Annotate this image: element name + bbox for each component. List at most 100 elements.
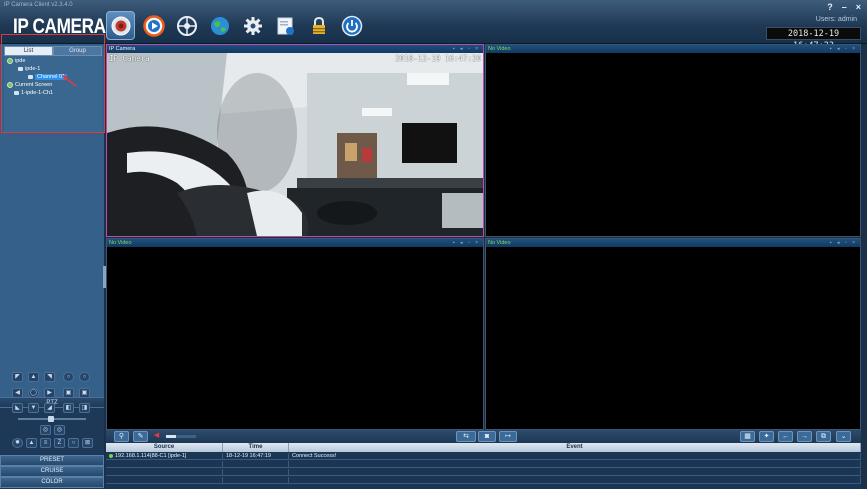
device-tabs: List Group — [4, 46, 102, 56]
ptz-up-left-button[interactable]: ◤ — [12, 372, 23, 382]
event-log: Source Time Event 192.168.1.114(88-C1 [i… — [106, 443, 861, 489]
e-map-button[interactable] — [205, 11, 234, 40]
tab-list[interactable]: List — [4, 46, 53, 56]
table-row[interactable]: 192.168.1.114(88-C1 [ipde-1] 18-12-19 16… — [106, 453, 861, 460]
camera-scene — [107, 53, 483, 236]
pane-controls[interactable]: ▪ ◂ ▫ × — [453, 45, 480, 53]
globe-icon — [210, 16, 229, 35]
pane-controls[interactable]: ▪ ◂ ▫ × — [830, 45, 857, 53]
video-pane-2[interactable]: No Video ▪ ◂ ▫ × — [485, 44, 861, 237]
ptz-speed-thumb[interactable] — [48, 416, 54, 422]
lock-button[interactable] — [304, 11, 333, 40]
steering-icon — [176, 15, 197, 36]
focus-far-button[interactable]: ▣ — [79, 388, 90, 398]
red-arrow-icon — [62, 75, 77, 87]
iris-open-button[interactable]: ◧ — [63, 403, 74, 413]
table-row — [106, 469, 861, 476]
pane-header: IP Camera ▪ ◂ ▫ × — [107, 45, 483, 53]
ptz-up-right-button[interactable]: ◥ — [44, 372, 55, 382]
app-window: IP Camera Client v2.3.4.0 IP CAMERA ? – … — [0, 0, 867, 489]
pane-title: IP Camera — [109, 46, 136, 52]
main-toolbar — [106, 11, 366, 41]
col-event[interactable]: Event — [289, 443, 861, 452]
color-button[interactable]: COLOR — [0, 477, 104, 488]
pane-controls[interactable]: ▪ ◂ ▫ × — [830, 239, 857, 247]
ptz-right-button[interactable]: ▶ — [44, 388, 55, 398]
speaker-icon[interactable]: ◀ — [150, 431, 163, 442]
video-grid: IP Camera ▪ ◂ ▫ × IP Camera 2018-12-19 1… — [106, 44, 861, 430]
app-logo: IP CAMERA — [13, 15, 106, 38]
device-button[interactable] — [271, 11, 300, 40]
osd-timestamp: 2018-12-19 16:47:20 — [395, 54, 481, 63]
ptz-down-left-button[interactable]: ◣ — [12, 403, 23, 413]
pane-controls[interactable]: ▪ ◂ ▫ × — [453, 239, 480, 247]
flip-button[interactable]: Z — [54, 438, 65, 448]
light-button[interactable]: ◎ — [40, 425, 51, 435]
wiper-button[interactable]: ◎ — [54, 425, 65, 435]
tree-node-label: ipde-1 — [25, 66, 41, 72]
title-bar: IP Camera Client v2.3.4.0 IP CAMERA ? – … — [0, 0, 867, 51]
tree-node-label: 1-ipde-1-Ch1 — [21, 90, 54, 96]
help-button[interactable]: ? — [827, 2, 833, 12]
menu-button[interactable]: ≡ — [40, 438, 51, 448]
layout-grid-button[interactable]: ▦ — [740, 431, 755, 442]
preset-button[interactable]: PRESET — [0, 455, 104, 466]
device-tree: ipde ipde-1 Channel 01 Current Screen 1-… — [4, 56, 102, 132]
col-source[interactable]: Source — [106, 443, 223, 452]
zoom-out-button[interactable]: ○ — [79, 372, 90, 382]
left-panel: List Group ipde ipde-1 Channel 01 Curren… — [0, 44, 104, 489]
ptz-left-button[interactable]: ◀ — [12, 388, 23, 398]
camera-icon — [111, 16, 130, 35]
video-pane-3[interactable]: No Video ▪ ◂ ▫ × — [106, 238, 484, 430]
tree-node-device[interactable]: ipde-1 — [18, 66, 40, 72]
clock-display: 2018-12-19 16:47:23 — [766, 27, 861, 51]
snapshot-button[interactable]: ◙ — [478, 431, 496, 442]
tree-node-root[interactable]: ipde — [7, 58, 25, 64]
right-edge — [861, 44, 867, 489]
window-mode-button[interactable]: ⧉ — [816, 431, 831, 442]
prev-page-button[interactable]: ← — [778, 431, 793, 442]
iris-close-button[interactable]: ◨ — [79, 403, 90, 413]
sun-icon[interactable]: ✹ — [12, 438, 23, 448]
live-view-button[interactable] — [106, 11, 135, 40]
current-user: Users: admin — [815, 16, 857, 23]
next-page-button[interactable]: → — [797, 431, 812, 442]
tree-node-label: ipde — [15, 58, 26, 64]
device-icon — [18, 67, 23, 71]
video-control-bar: ⚲ ✎ ◀ ⇆ ◙ ↦ ▦ ✦ ← → ⧉ ⌄ — [106, 430, 861, 443]
mode-button[interactable]: ▲ — [26, 438, 37, 448]
settings-button[interactable] — [238, 11, 267, 40]
mic-icon[interactable]: ✎ — [133, 431, 148, 442]
ptz-down-button[interactable]: ▼ — [28, 403, 39, 413]
video-pane-4[interactable]: No Video ▪ ◂ ▫ × — [485, 238, 861, 430]
rotate-button[interactable]: ○ — [68, 438, 79, 448]
osd-camera-name: IP Camera — [109, 54, 150, 63]
playback-button[interactable] — [139, 11, 168, 40]
tree-node-current-screen[interactable]: Current Screen — [7, 82, 52, 88]
zoom-in-button[interactable]: ○ — [63, 372, 74, 382]
pane-title: No Video — [488, 240, 511, 246]
fullscreen-button[interactable]: ↦ — [499, 431, 517, 442]
tree-node-screen-item[interactable]: 1-ipde-1-Ch1 — [14, 90, 53, 96]
play-icon — [142, 14, 165, 37]
video-pane-1[interactable]: IP Camera ▪ ◂ ▫ × IP Camera 2018-12-19 1… — [106, 44, 484, 237]
ptz-up-button[interactable]: ▲ — [28, 372, 39, 382]
close-button[interactable]: × — [856, 2, 861, 12]
ptz-down-right-button[interactable]: ◢ — [44, 403, 55, 413]
tab-group[interactable]: Group — [53, 46, 102, 56]
col-time[interactable]: Time — [223, 443, 289, 452]
gear-icon — [243, 16, 262, 35]
cruise-button[interactable]: CRUISE — [0, 466, 104, 477]
collapse-button[interactable]: ⌄ — [836, 431, 851, 442]
ptz-control-button[interactable] — [172, 11, 201, 40]
search-icon[interactable]: ⚲ — [114, 431, 129, 442]
recording-button[interactable]: ⇆ — [456, 431, 476, 442]
minimize-button[interactable]: – — [842, 2, 847, 12]
tree-node-label: Current Screen — [15, 82, 53, 88]
ptz-auto-button[interactable]: ◯ — [28, 388, 39, 398]
reset-button[interactable]: ⊠ — [82, 438, 93, 448]
focus-near-button[interactable]: ▣ — [63, 388, 74, 398]
settings-icon[interactable]: ✦ — [759, 431, 774, 442]
camera-icon — [28, 75, 33, 79]
power-button[interactable] — [337, 11, 366, 40]
